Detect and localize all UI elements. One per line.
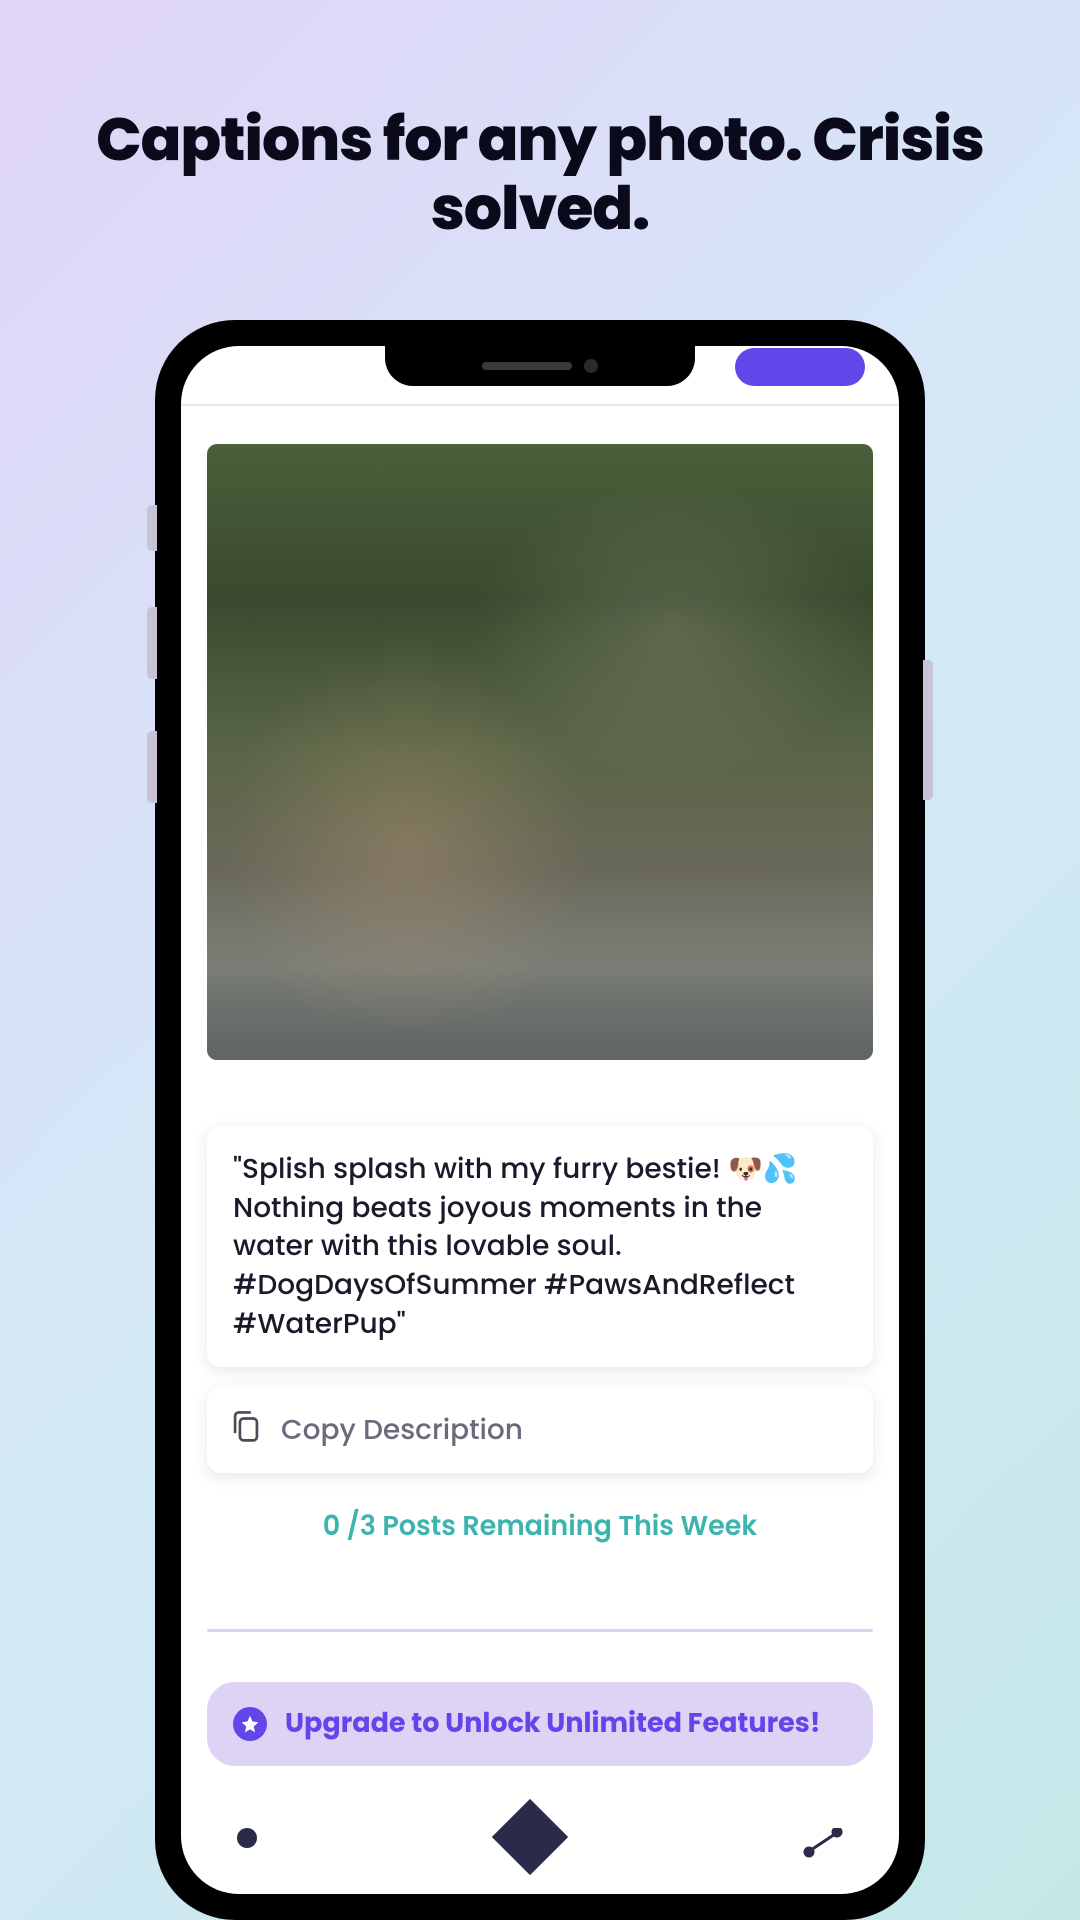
phone-notch xyxy=(385,346,695,386)
phone-frame: "Splish splash with my furry bestie! 🐶💦 … xyxy=(155,320,925,1920)
caption-card: "Splish splash with my furry bestie! 🐶💦 … xyxy=(207,1126,873,1367)
nav-home[interactable] xyxy=(237,1828,257,1848)
app-content: "Splish splash with my furry bestie! 🐶💦 … xyxy=(181,406,899,1864)
nav-share[interactable] xyxy=(803,1828,843,1864)
header-action-button[interactable] xyxy=(735,348,865,386)
star-icon xyxy=(233,1707,267,1741)
copy-label: Copy Description xyxy=(281,1409,523,1451)
uploaded-photo[interactable] xyxy=(207,444,873,1060)
marketing-headline: Captions for any photo. Crisis solved. xyxy=(0,0,1080,243)
upgrade-text: Upgrade to Unlock Unlimited Features! xyxy=(285,1704,820,1744)
posts-remaining: 0 /3 Posts Remaining This Week xyxy=(207,1507,873,1547)
generated-caption: "Splish splash with my furry bestie! 🐶💦 … xyxy=(233,1150,847,1343)
divider xyxy=(207,1629,873,1632)
phone-side-buttons-left xyxy=(147,505,157,855)
phone-side-button-right xyxy=(923,660,933,800)
nav-create[interactable] xyxy=(492,1799,568,1875)
bottom-nav xyxy=(207,1828,873,1864)
copy-icon xyxy=(231,1410,261,1451)
upgrade-banner[interactable]: Upgrade to Unlock Unlimited Features! xyxy=(207,1682,873,1766)
phone-screen: "Splish splash with my furry bestie! 🐶💦 … xyxy=(181,346,899,1894)
copy-description-button[interactable]: Copy Description xyxy=(207,1387,873,1473)
